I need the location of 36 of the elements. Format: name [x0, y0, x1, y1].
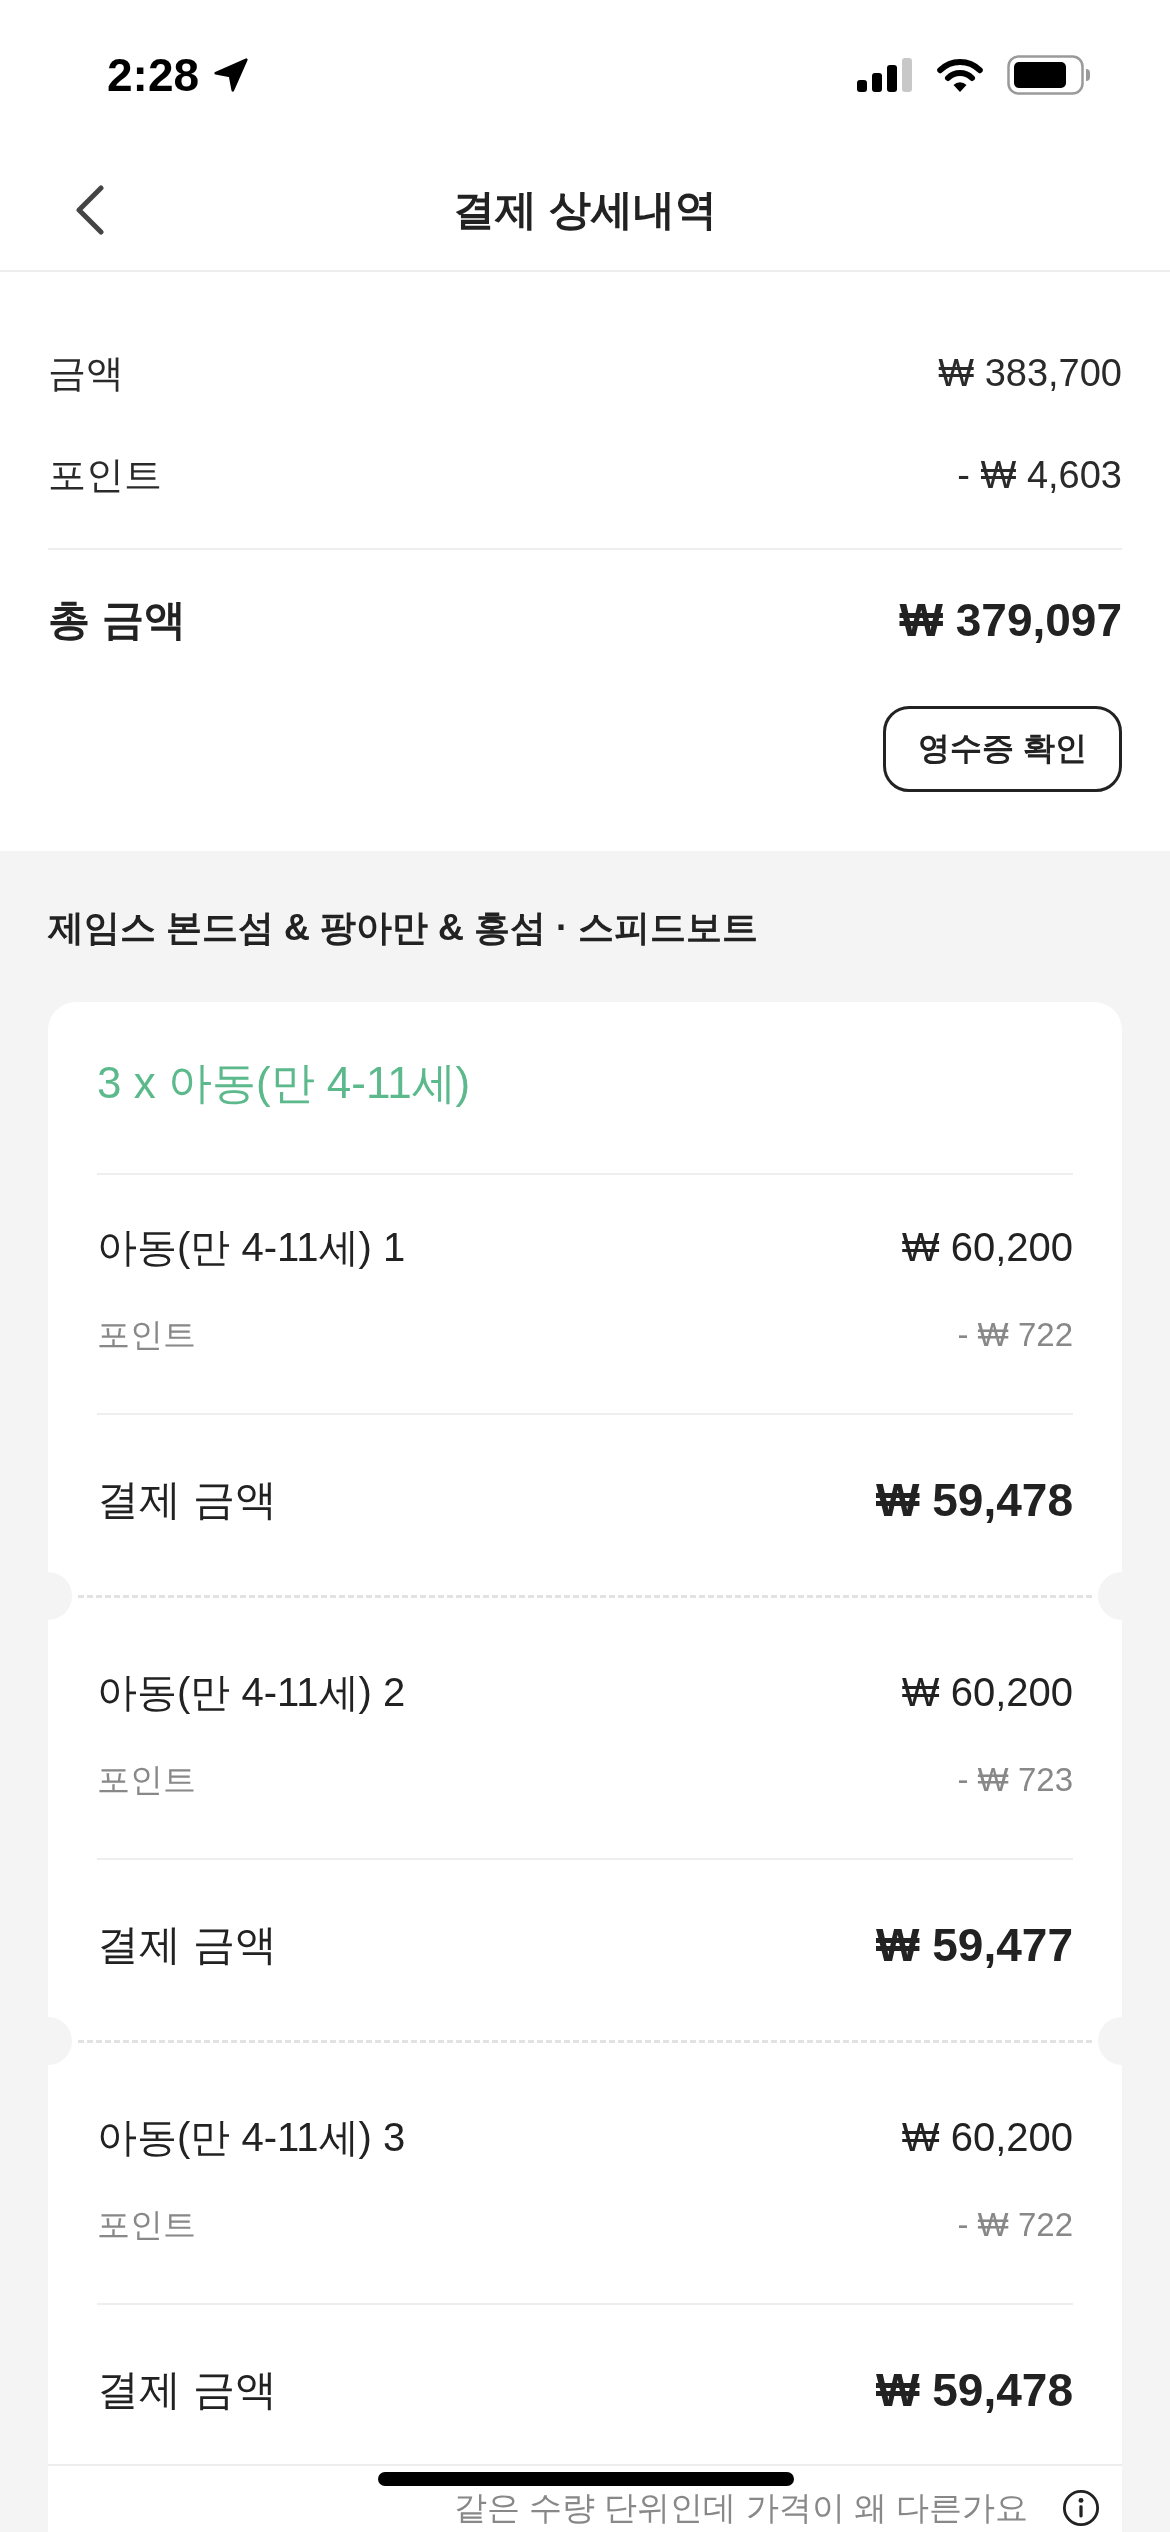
summary-label: 금액 [48, 350, 124, 396]
back-icon[interactable] [74, 185, 106, 235]
ticket-price: ₩ 60,200 [901, 2114, 1073, 2160]
ticket-group-title: 3 x 아동(만 4-11세) [97, 1057, 471, 1109]
page-title: 결제 상세내역 [453, 185, 717, 235]
paid-label: 결제 금액 [97, 2365, 277, 2415]
status-time: 2:28 [107, 48, 200, 103]
total-value: ₩ 379,097 [899, 593, 1122, 647]
points-label: 포인트 [97, 1314, 196, 1355]
location-arrow-icon [213, 57, 250, 93]
points-label: 포인트 [97, 1759, 196, 1800]
points-value: - ₩ 722 [957, 1316, 1073, 1354]
paid-value: ₩ 59,477 [876, 1918, 1073, 1972]
ticket-name: 아동(만 4-11세) 1 [97, 1223, 406, 1271]
ticket-name: 아동(만 4-11세) 2 [97, 1668, 406, 1716]
summary-value: ₩ 383,700 [938, 351, 1122, 395]
receipt-button[interactable]: 영수증 확인 [883, 706, 1122, 792]
info-icon[interactable] [1062, 2489, 1100, 2527]
points-label: 포인트 [97, 2204, 196, 2245]
paid-value: ₩ 59,478 [876, 1473, 1073, 1527]
paid-value: ₩ 59,478 [876, 2363, 1073, 2417]
points-value: - ₩ 722 [957, 2206, 1073, 2244]
section-title: 제임스 본드섬 & 팡아만 & 홍섬 · 스피드보트 [48, 906, 758, 950]
price-question-link[interactable]: 같은 수량 단위인데 가격이 왜 다른가요 [454, 2488, 1028, 2528]
summary-label: 포인트 [48, 452, 162, 498]
ticket-price: ₩ 60,200 [901, 1224, 1073, 1270]
wifi-icon [935, 57, 985, 93]
summary-value: - ₩ 4,603 [957, 453, 1122, 497]
ticket-name: 아동(만 4-11세) 3 [97, 2113, 406, 2161]
points-value: - ₩ 723 [957, 1761, 1073, 1799]
total-label: 총 금액 [48, 595, 186, 645]
paid-label: 결제 금액 [97, 1475, 277, 1525]
signal-icon [857, 58, 913, 92]
paid-label: 결제 금액 [97, 1920, 277, 1970]
ticket-price: ₩ 60,200 [901, 1669, 1073, 1715]
battery-icon [1007, 55, 1091, 95]
